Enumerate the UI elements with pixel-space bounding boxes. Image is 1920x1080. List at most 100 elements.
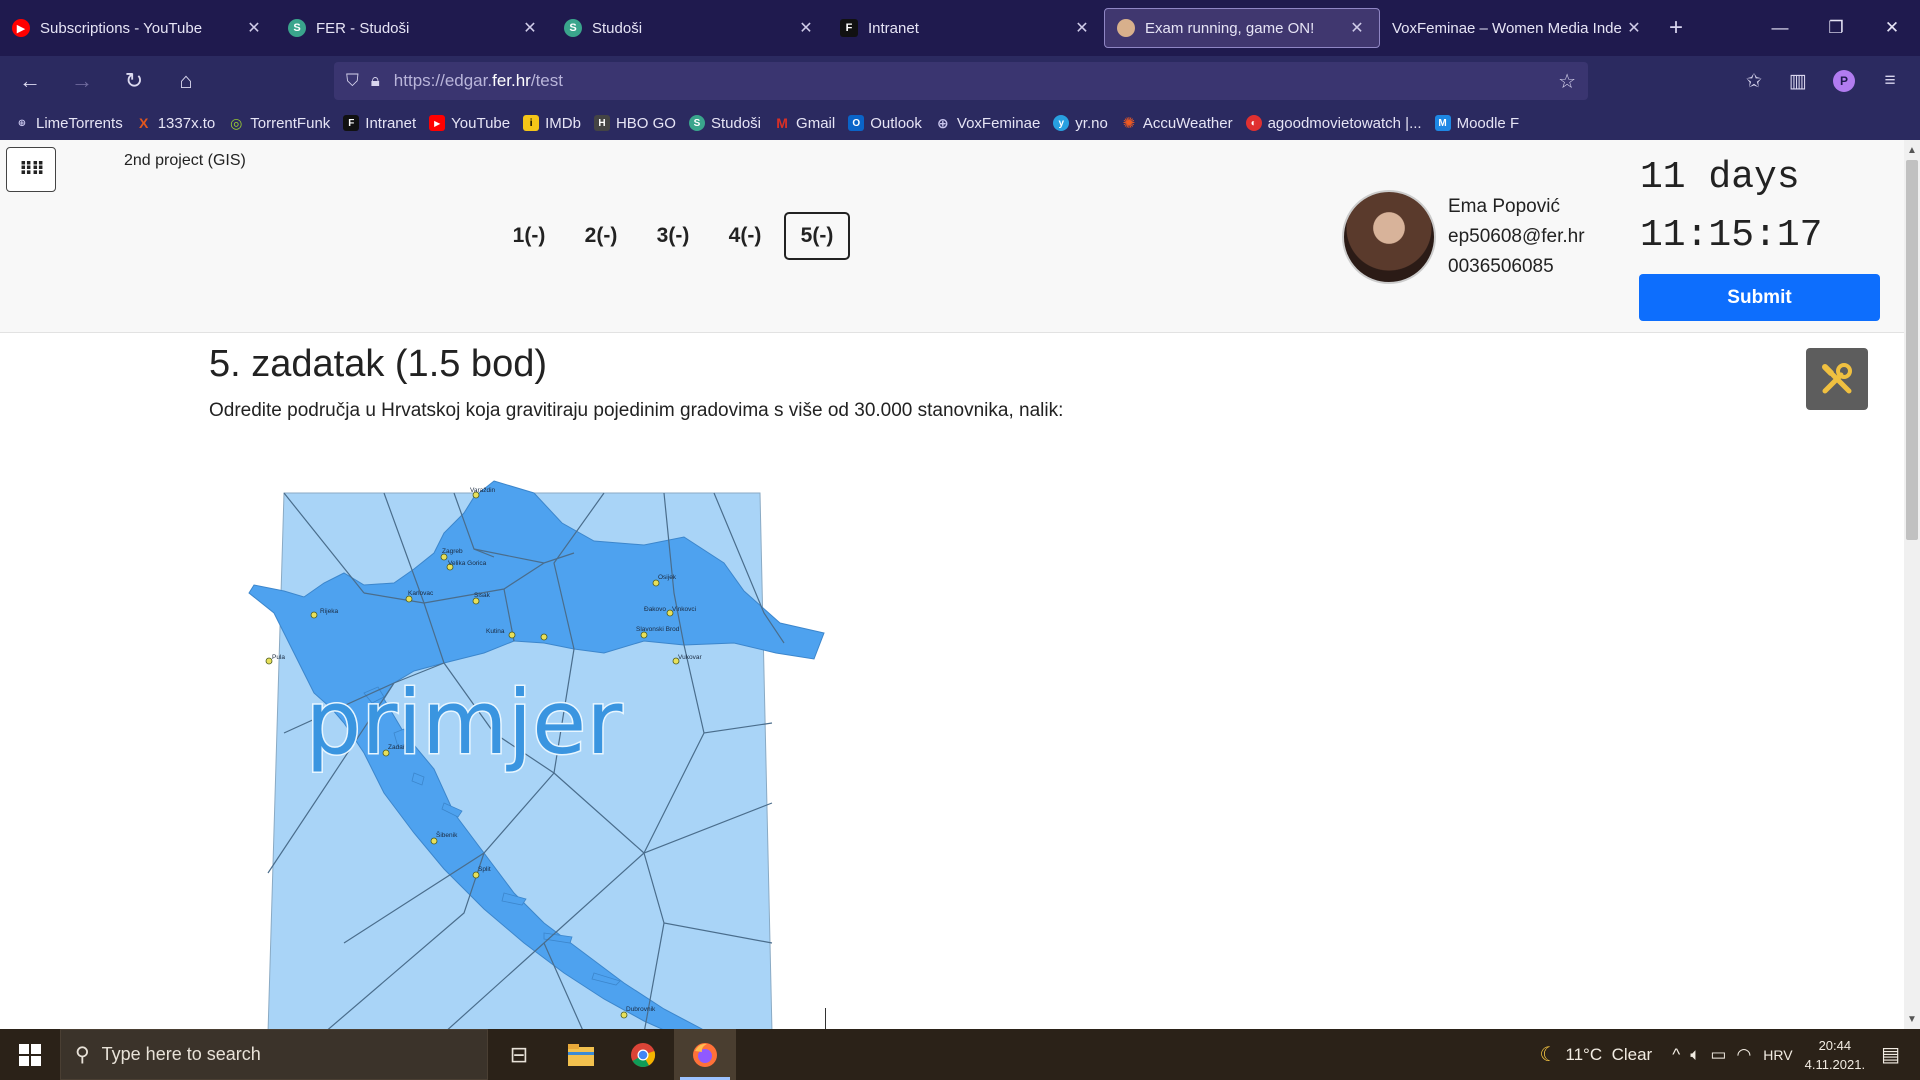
tab-studosi[interactable]: S Studoši ✕ (552, 8, 828, 48)
hbo-icon: H (593, 115, 610, 131)
question-1-button[interactable]: 1(-) (496, 212, 562, 260)
bookmark-label: TorrentFunk (250, 114, 331, 132)
url-domain: fer.hr (492, 71, 531, 90)
submit-button[interactable]: Submit (1639, 274, 1880, 321)
question-text: Odredite područja u Hrvatskoj koja gravi… (209, 400, 1064, 421)
navigation-toolbar: ← → ↻ ⌂ ⛉ 🔒︎ https://edgar. fer.hr/test ☆… (0, 56, 1920, 106)
x-icon: X (139, 115, 149, 131)
profile-avatar[interactable]: P (1826, 63, 1862, 99)
minimize-button[interactable]: — (1752, 8, 1808, 48)
close-icon[interactable]: ✕ (244, 18, 264, 38)
weather-text[interactable]: 11°C Clear (1565, 1045, 1652, 1065)
user-info: Ema Popović ep50608@fer.hr 0036506085 (1448, 192, 1585, 282)
language-indicator[interactable]: HRV (1763, 1047, 1792, 1063)
notifications-icon[interactable]: ▤ (1881, 1042, 1900, 1067)
bookmark-label: VoxFeminae (956, 114, 1041, 132)
pocket-icon[interactable]: ✩ (1736, 63, 1772, 99)
bookmark-star-icon[interactable]: ☆ (1558, 69, 1576, 94)
question-2-button[interactable]: 2(-) (568, 212, 634, 260)
bookmark-label: Outlook (870, 114, 922, 132)
scroll-thumb[interactable] (1906, 160, 1918, 540)
tab-fer-studosi[interactable]: S FER - Studoši ✕ (276, 8, 552, 48)
speaker-icon[interactable]: 🔈︎ (1690, 1045, 1700, 1065)
restore-button[interactable]: ❐ (1808, 8, 1864, 48)
tab-strip: ▶ Subscriptions - YouTube ✕ S FER - Stud… (0, 0, 1920, 56)
bookmark-label: yr.no (1075, 114, 1108, 132)
user-email: ep50608@fer.hr (1448, 226, 1585, 247)
map-city-label: Varaždin (470, 487, 496, 494)
bookmark-outlook[interactable]: O Outlook (848, 115, 922, 132)
windows-start-icon[interactable] (0, 1029, 60, 1080)
forward-button[interactable]: → (60, 63, 104, 99)
close-icon[interactable]: ✕ (520, 18, 540, 38)
bookmark-limetorrents[interactable]: ⊕ LimeTorrents (14, 115, 123, 132)
lock-icon[interactable]: 🔒︎ (371, 71, 380, 91)
bookmark-yr[interactable]: y yr.no (1053, 115, 1108, 132)
menu-icon[interactable]: ≡ (1872, 63, 1908, 99)
scroll-up-icon[interactable]: ▲ (1904, 142, 1920, 158)
close-window-button[interactable]: ✕ (1864, 8, 1920, 48)
close-icon[interactable]: ✕ (1624, 18, 1644, 38)
bookmark-moodle[interactable]: M Moodle F (1434, 115, 1519, 132)
question-5-button[interactable]: 5(-) (784, 212, 850, 260)
reload-button[interactable]: ↻ (112, 63, 156, 99)
bookmark-intranet[interactable]: F Intranet (343, 115, 416, 132)
close-icon[interactable]: ✕ (796, 18, 816, 38)
bookmark-youtube[interactable]: ▶ YouTube (429, 115, 510, 132)
youtube-icon: ▶ (12, 19, 30, 37)
url-bar[interactable]: ⛉ 🔒︎ https://edgar. fer.hr/test ☆ (334, 62, 1588, 100)
grid-menu-icon[interactable]: ⠿⠿ (6, 147, 56, 192)
bookmark-torrentfunk[interactable]: ◎ TorrentFunk (228, 115, 330, 132)
tab-exam[interactable]: Exam running, game ON! ✕ (1104, 8, 1380, 48)
bookmark-1337x[interactable]: X 1337x.to (136, 115, 215, 132)
wifi-icon[interactable]: ◠ (1736, 1045, 1751, 1065)
close-icon[interactable]: ✕ (1347, 18, 1367, 38)
timer-days: 11 days (1640, 156, 1800, 199)
tab-intranet[interactable]: F Intranet ✕ (828, 8, 1104, 48)
bookmark-voxfeminae[interactable]: ⊕ VoxFeminae (935, 115, 1040, 132)
bookmark-accuweather[interactable]: ✺ AccuWeather (1121, 115, 1233, 133)
back-button[interactable]: ← (8, 63, 52, 99)
map-city-label: Slavonski Brod (636, 626, 680, 633)
question-3-button[interactable]: 3(-) (640, 212, 706, 260)
tab-youtube[interactable]: ▶ Subscriptions - YouTube ✕ (0, 8, 276, 48)
bookmark-label: Gmail (796, 114, 836, 132)
close-icon[interactable]: ✕ (1072, 18, 1092, 38)
imdb-icon: i (523, 115, 540, 131)
bookmark-label: HBO GO (615, 114, 676, 132)
map-city-label: Pula (272, 654, 285, 661)
bookmark-gmail[interactable]: M Gmail (774, 115, 835, 132)
bookmark-studosi[interactable]: S Studoši (688, 115, 761, 132)
bookmark-label: LimeTorrents (36, 114, 123, 132)
question-4-button[interactable]: 4(-) (712, 212, 778, 260)
scroll-down-icon[interactable]: ▼ (1904, 1011, 1920, 1027)
bookmark-agoodmovietowatch[interactable]: ◐ agoodmovietowatch |... (1245, 115, 1422, 132)
example-map-image: Varaždin Zagreb Velika Gorica Karlovac S… (244, 473, 830, 1029)
globe-icon: ⊕ (17, 117, 27, 129)
timer-time: 11:15:17 (1640, 214, 1823, 257)
gmail-icon: M (776, 115, 788, 131)
windows-taskbar: ⚲ Type here to search ⊟ ☾ 11°C Clear ^ 🔈… (0, 1029, 1920, 1080)
chevron-up-icon[interactable]: ^ (1672, 1045, 1680, 1065)
url-prefix: https://edgar. (393, 71, 493, 90)
chrome-icon[interactable] (612, 1029, 674, 1080)
map-city-label: Đakovo (644, 606, 666, 613)
moodle-icon: M (1434, 115, 1451, 131)
new-tab-button[interactable]: + (1656, 8, 1696, 48)
bookmark-imdb[interactable]: i IMDb (523, 115, 581, 132)
file-explorer-icon[interactable] (550, 1029, 612, 1080)
tools-icon[interactable] (1806, 348, 1868, 410)
sidebar-icon[interactable]: ▥ (1780, 63, 1816, 99)
map-city-label: Zagreb (442, 548, 463, 555)
task-view-icon[interactable]: ⊟ (488, 1029, 550, 1080)
page-scrollbar[interactable]: ▲ ▼ (1904, 140, 1920, 1029)
home-button[interactable]: ⌂ (164, 63, 208, 99)
taskbar-search-input[interactable]: ⚲ Type here to search (60, 1029, 488, 1080)
taskbar-clock[interactable]: 20:44 4.11.2021. (1805, 1036, 1865, 1074)
studosi-icon: S (288, 19, 306, 37)
shield-icon[interactable]: ⛉ (346, 71, 359, 91)
battery-icon[interactable]: ▭ (1710, 1045, 1726, 1065)
firefox-icon[interactable] (674, 1029, 736, 1080)
bookmark-hbo-go[interactable]: H HBO GO (593, 114, 676, 132)
tab-voxfeminae[interactable]: VoxFeminae – Women Media Inde ✕ (1380, 8, 1656, 48)
